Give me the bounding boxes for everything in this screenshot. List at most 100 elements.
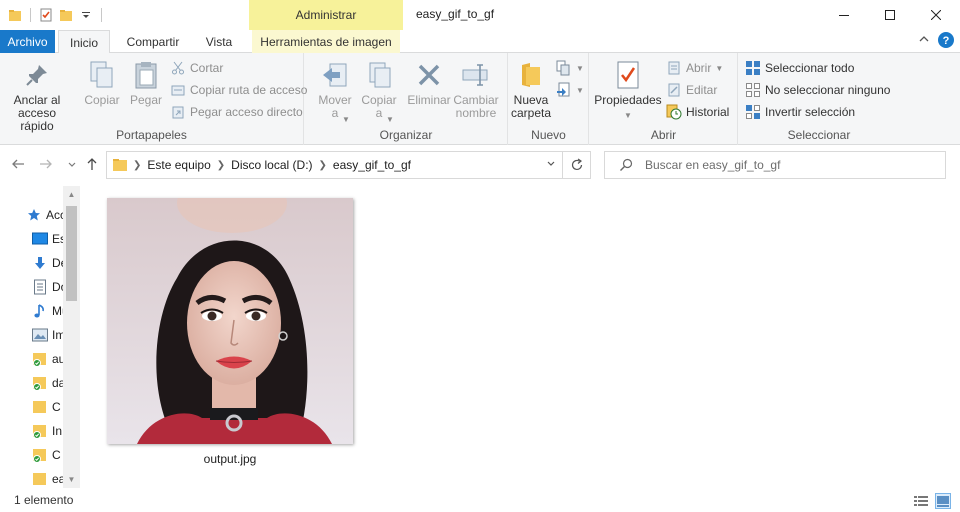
search-icon <box>620 158 633 171</box>
address-history-chevron-icon[interactable] <box>546 158 556 171</box>
ribbon-tabs: Archivo Inicio Compartir Vista Herramien… <box>0 30 960 54</box>
folder-synced-icon <box>32 375 48 391</box>
ribbon: Anclar al acceso rápido Copiar Pegar Cor… <box>0 53 960 145</box>
paste-label: Pegar <box>129 93 163 107</box>
select-none-button[interactable]: No seleccionar ninguno <box>745 80 890 100</box>
collapse-ribbon-chevron-icon[interactable] <box>918 33 930 48</box>
tab-home[interactable]: Inicio <box>58 30 110 54</box>
recent-locations-chevron-icon[interactable] <box>64 156 80 172</box>
group-clipboard: Anclar al acceso rápido Copiar Pegar Cor… <box>0 53 307 145</box>
copy-path-button[interactable]: Copiar ruta de acceso <box>170 80 307 100</box>
help-icon[interactable]: ? <box>938 32 954 51</box>
star-icon <box>26 207 42 223</box>
scissors-icon <box>170 60 186 76</box>
breadcrumb-chevron-icon[interactable]: ❯ <box>217 160 225 171</box>
image-thumbnail <box>107 198 353 444</box>
folder-icon <box>32 399 48 415</box>
properties-label: Propiedades <box>594 93 662 107</box>
tab-view[interactable]: Vista <box>193 30 245 53</box>
delete-label: Eliminar <box>407 93 451 107</box>
tab-file[interactable]: Archivo <box>0 30 55 53</box>
up-arrow-icon[interactable] <box>84 156 100 172</box>
tab-share[interactable]: Compartir <box>115 30 191 53</box>
select-none-icon <box>745 82 761 98</box>
paste-button[interactable]: Pegar <box>126 59 166 107</box>
scroll-down-arrow-icon[interactable]: ▼ <box>63 471 80 488</box>
paste-shortcut-label: Pegar acceso directo <box>190 105 303 119</box>
file-list: output.jpg <box>84 186 960 488</box>
download-icon <box>32 255 48 271</box>
copy-to-button[interactable]: Copiar a ▼ <box>357 59 401 124</box>
back-arrow-icon[interactable] <box>10 156 26 172</box>
edit-button[interactable]: Editar <box>666 80 717 100</box>
rename-label: Cambiar nombre <box>453 93 499 120</box>
large-icons-view-icon[interactable] <box>935 493 951 509</box>
window-folder-icon[interactable] <box>6 6 24 24</box>
properties-qat-icon[interactable] <box>37 6 55 24</box>
pin-quick-access-button[interactable]: Anclar al acceso rápido <box>4 59 70 133</box>
paste-icon <box>130 59 162 91</box>
status-bar: 1 elemento <box>0 490 960 512</box>
history-button[interactable]: Historial <box>666 102 729 122</box>
new-folder-qat-icon[interactable] <box>57 6 75 24</box>
cut-button[interactable]: Cortar <box>170 58 223 78</box>
scroll-up-arrow-icon[interactable]: ▲ <box>63 186 80 203</box>
select-all-icon <box>745 60 761 76</box>
open-icon <box>666 60 682 76</box>
address-bar[interactable]: ❯ Este equipo ❯ Disco local (D:) ❯ easy_… <box>106 151 591 179</box>
forward-arrow-icon[interactable] <box>38 156 54 172</box>
copy-button[interactable]: Copiar <box>80 59 124 107</box>
move-to-button[interactable]: Mover a ▼ <box>313 59 357 124</box>
refresh-button[interactable] <box>562 152 590 178</box>
new-item-button[interactable]: ▼ <box>556 58 584 78</box>
minimize-icon <box>839 15 849 16</box>
select-all-button[interactable]: Seleccionar todo <box>745 58 854 78</box>
copy-path-label: Copiar ruta de acceso <box>190 83 308 97</box>
maximize-button[interactable] <box>867 0 913 30</box>
copy-to-icon <box>363 59 395 91</box>
qat-separator-2 <box>101 8 102 22</box>
context-tab-title: Administrar <box>249 0 403 30</box>
group-select: Seleccionar todo No seleccionar ninguno … <box>739 53 899 145</box>
open-label: Abrir <box>686 61 712 75</box>
folder-synced-icon <box>32 423 48 439</box>
new-folder-button[interactable]: Nueva carpeta <box>509 59 553 120</box>
breadcrumb-item-local-disk[interactable]: Disco local (D:) <box>231 158 312 172</box>
file-item[interactable]: output.jpg <box>106 198 354 466</box>
invert-selection-button[interactable]: Invertir selección <box>745 102 855 122</box>
group-new: Nueva carpeta ▼ ▼ Nuevo <box>509 53 589 145</box>
paste-shortcut-button[interactable]: Pegar acceso directo <box>170 102 303 122</box>
close-button[interactable] <box>913 0 959 30</box>
maximize-icon <box>885 10 895 20</box>
group-organize-label: Organizar <box>379 128 433 142</box>
easy-access-button[interactable]: ▼ <box>556 80 584 100</box>
group-open-label: Abrir <box>650 128 677 142</box>
breadcrumb-chevron-icon: ❯ <box>133 159 142 171</box>
navigation-pane-scrollbar[interactable]: ▲ ▼ <box>63 186 80 488</box>
open-button[interactable]: Abrir ▼ <box>666 58 723 78</box>
nav-item-label: C <box>52 448 61 462</box>
navigation-bar: ❯ Este equipo ❯ Disco local (D:) ❯ easy_… <box>0 148 960 182</box>
new-folder-label: Nueva carpeta <box>510 93 552 120</box>
properties-button[interactable]: Propiedades ▼ <box>592 59 664 122</box>
svg-text:?: ? <box>943 35 950 47</box>
properties-icon <box>612 59 644 91</box>
address-folder-icon <box>113 159 127 171</box>
folder-synced-icon <box>32 351 48 367</box>
new-folder-icon <box>515 59 547 91</box>
scrollbar-thumb[interactable] <box>66 206 77 301</box>
delete-button[interactable]: Eliminar <box>405 59 453 107</box>
minimize-button[interactable] <box>821 0 867 30</box>
details-view-icon[interactable] <box>913 493 929 509</box>
breadcrumb-item-current-folder[interactable]: easy_gif_to_gf <box>333 158 411 172</box>
breadcrumb-chevron-icon[interactable]: ❯ <box>319 160 327 171</box>
customize-qat-icon[interactable] <box>77 6 95 24</box>
search-placeholder: Buscar en easy_gif_to_gf <box>645 158 781 172</box>
close-icon <box>931 10 941 20</box>
search-box[interactable]: Buscar en easy_gif_to_gf <box>604 151 946 179</box>
qat-separator <box>30 8 31 22</box>
tab-image-tools[interactable]: Herramientas de imagen <box>252 30 400 53</box>
breadcrumb-item-this-pc[interactable]: Este equipo <box>147 158 210 172</box>
rename-button[interactable]: Cambiar nombre <box>453 59 499 120</box>
group-new-label: Nuevo <box>531 128 566 142</box>
